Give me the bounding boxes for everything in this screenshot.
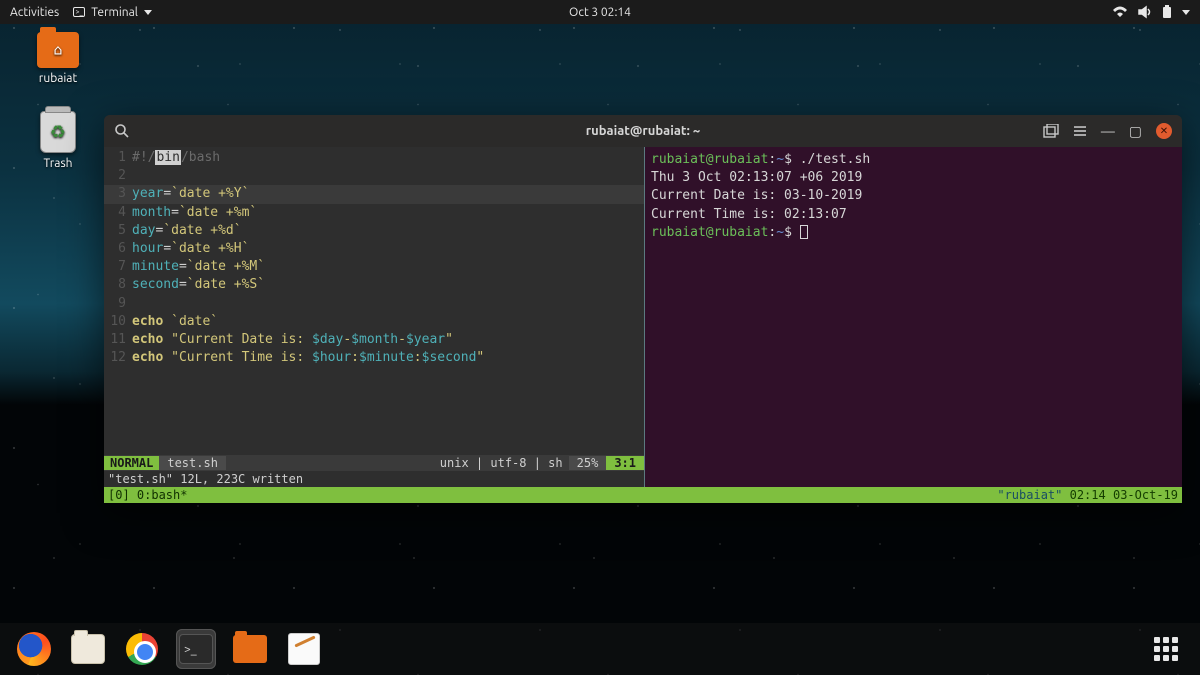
close-button[interactable]: ✕ — [1156, 123, 1172, 139]
code-line: 12echo "Current Time is: $hour:$minute:$… — [104, 349, 644, 367]
code-line: 5day=`date +%d` — [104, 222, 644, 240]
editor-body[interactable]: 1#!/bin/bash23year=`date +%Y`4month=`dat… — [104, 147, 644, 455]
trash-icon: ♻ — [40, 111, 76, 153]
new-tab-icon[interactable] — [1043, 124, 1059, 138]
gnome-top-bar: Activities >_ Terminal Oct 3 02:14 — [0, 0, 1200, 24]
recycle-icon: ♻ — [50, 122, 66, 143]
shell-output: Thu 3 Oct 02:13:07 +06 2019 — [651, 169, 1176, 187]
dock: >_ — [0, 623, 1200, 675]
code-line: 8second=`date +%S` — [104, 276, 644, 294]
window-title: rubaiat@rubaiat: ~ — [586, 124, 700, 138]
terminal-icon: >_ — [179, 634, 213, 664]
app-menu[interactable]: >_ Terminal — [73, 6, 152, 19]
window-titlebar[interactable]: rubaiat@rubaiat: ~ ― ▢ ✕ — [104, 115, 1182, 147]
editor-pane[interactable]: 1#!/bin/bash23year=`date +%Y`4month=`dat… — [104, 147, 644, 487]
apps-grid-icon — [1154, 637, 1178, 661]
search-icon[interactable] — [114, 123, 130, 139]
terminal-window: rubaiat@rubaiat: ~ ― ▢ ✕ 1#!/bin/bash23y… — [104, 115, 1182, 503]
system-tray[interactable] — [1112, 5, 1190, 19]
text-editor-icon — [288, 633, 320, 665]
desktop-icon-label: rubaiat — [39, 72, 77, 85]
code-line: 9 — [104, 295, 644, 313]
tmux-session: [0] 0:bash* — [108, 488, 187, 502]
vim-filename: test.sh — [159, 456, 226, 470]
vim-message: "test.sh" 12L, 223C written — [104, 471, 644, 487]
chrome-icon — [126, 633, 158, 665]
code-line: 10echo `date` — [104, 313, 644, 331]
app-menu-label: Terminal — [91, 6, 138, 19]
dock-item-text-editor[interactable] — [284, 629, 324, 669]
hamburger-menu-icon[interactable] — [1073, 124, 1087, 138]
volume-icon — [1138, 5, 1152, 19]
vim-position: 3:1 — [606, 456, 644, 470]
shell-pane[interactable]: rubaiat@rubaiat:~$ ./test.sh Thu 3 Oct 0… — [644, 147, 1182, 487]
clock[interactable]: Oct 3 02:14 — [569, 6, 631, 19]
code-line: 3year=`date +%Y` — [104, 185, 644, 203]
vim-percent: 25% — [569, 456, 607, 470]
cursor-icon — [800, 225, 808, 239]
dock-item-files[interactable] — [68, 629, 108, 669]
code-line: 2 — [104, 167, 644, 185]
dock-item-firefox[interactable] — [14, 629, 54, 669]
vim-status-line: NORMAL test.sh unix | utf-8 | sh 25% 3:1 — [104, 455, 644, 471]
tmux-right: "rubaiat" 02:14 03-Oct-19 — [997, 488, 1178, 502]
dock-item-chrome[interactable] — [122, 629, 162, 669]
desktop-icon-trash[interactable]: ♻ Trash — [28, 111, 88, 170]
shell-line: rubaiat@rubaiat:~$ — [651, 224, 1176, 242]
folder-icon: ⌂ — [37, 32, 79, 68]
dock-item-folder[interactable] — [230, 629, 270, 669]
code-line: 4month=`date +%m` — [104, 204, 644, 222]
activities-button[interactable]: Activities — [10, 6, 59, 19]
maximize-button[interactable]: ▢ — [1129, 123, 1142, 140]
wifi-icon — [1112, 6, 1128, 18]
code-line: 1#!/bin/bash — [104, 149, 644, 167]
dock-item-terminal[interactable]: >_ — [176, 629, 216, 669]
code-line: 6hour=`date +%H` — [104, 240, 644, 258]
code-line: 7minute=`date +%M` — [104, 258, 644, 276]
shell-output: Current Time is: 02:13:07 — [651, 206, 1176, 224]
battery-icon — [1162, 5, 1172, 19]
shell-line: rubaiat@rubaiat:~$ ./test.sh — [651, 151, 1176, 169]
terminal-icon: >_ — [73, 7, 85, 17]
code-line: 11echo "Current Date is: $day-$month-$ye… — [104, 331, 644, 349]
firefox-icon — [17, 632, 51, 666]
vim-encoding: unix | utf-8 | sh — [434, 456, 569, 470]
shell-output: Current Date is: 03-10-2019 — [651, 187, 1176, 205]
vim-mode: NORMAL — [104, 456, 159, 470]
desktop-icon-home[interactable]: ⌂ rubaiat — [28, 32, 88, 85]
folder-icon — [233, 635, 267, 663]
minimize-button[interactable]: ― — [1101, 123, 1115, 139]
desktop-icon-label: Trash — [43, 157, 72, 170]
chevron-down-icon — [1182, 10, 1190, 15]
desktop-icons: ⌂ rubaiat ♻ Trash — [28, 32, 88, 170]
home-icon: ⌂ — [54, 42, 63, 59]
chevron-down-icon — [144, 10, 152, 15]
dock-item-show-applications[interactable] — [1146, 629, 1186, 669]
tmux-status-bar: [0] 0:bash* "rubaiat" 02:14 03-Oct-19 — [104, 487, 1182, 503]
files-icon — [71, 634, 105, 664]
